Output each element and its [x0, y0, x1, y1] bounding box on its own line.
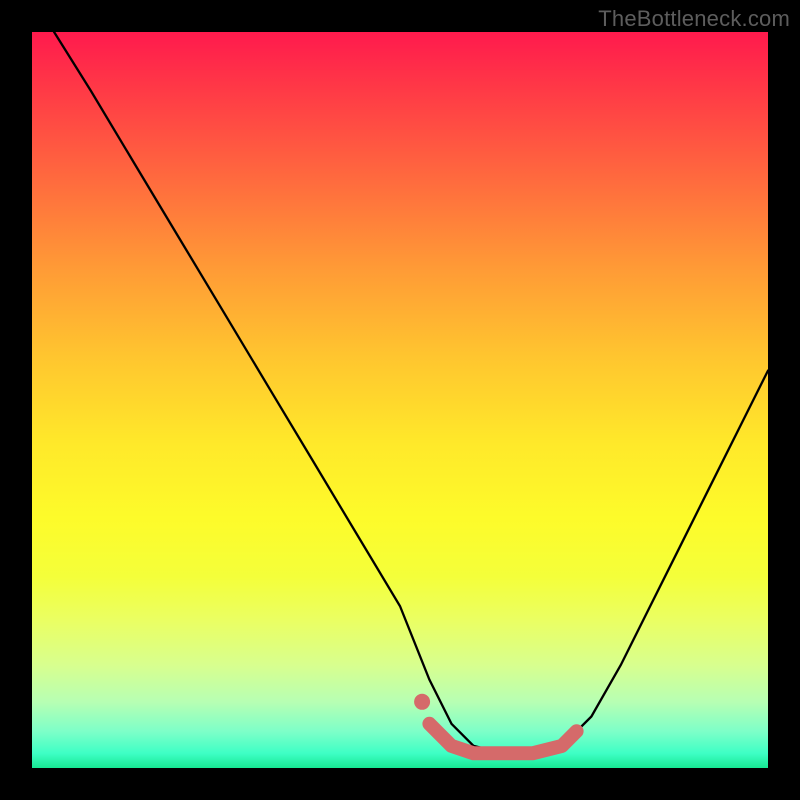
highlight-segment-path: [429, 724, 576, 754]
watermark-text: TheBottleneck.com: [598, 6, 790, 32]
chart-frame: TheBottleneck.com: [0, 0, 800, 800]
highlight-start-dot: [414, 694, 430, 710]
plot-area: [32, 32, 768, 768]
bottleneck-curve-path: [54, 32, 768, 753]
curve-layer: [32, 32, 768, 768]
